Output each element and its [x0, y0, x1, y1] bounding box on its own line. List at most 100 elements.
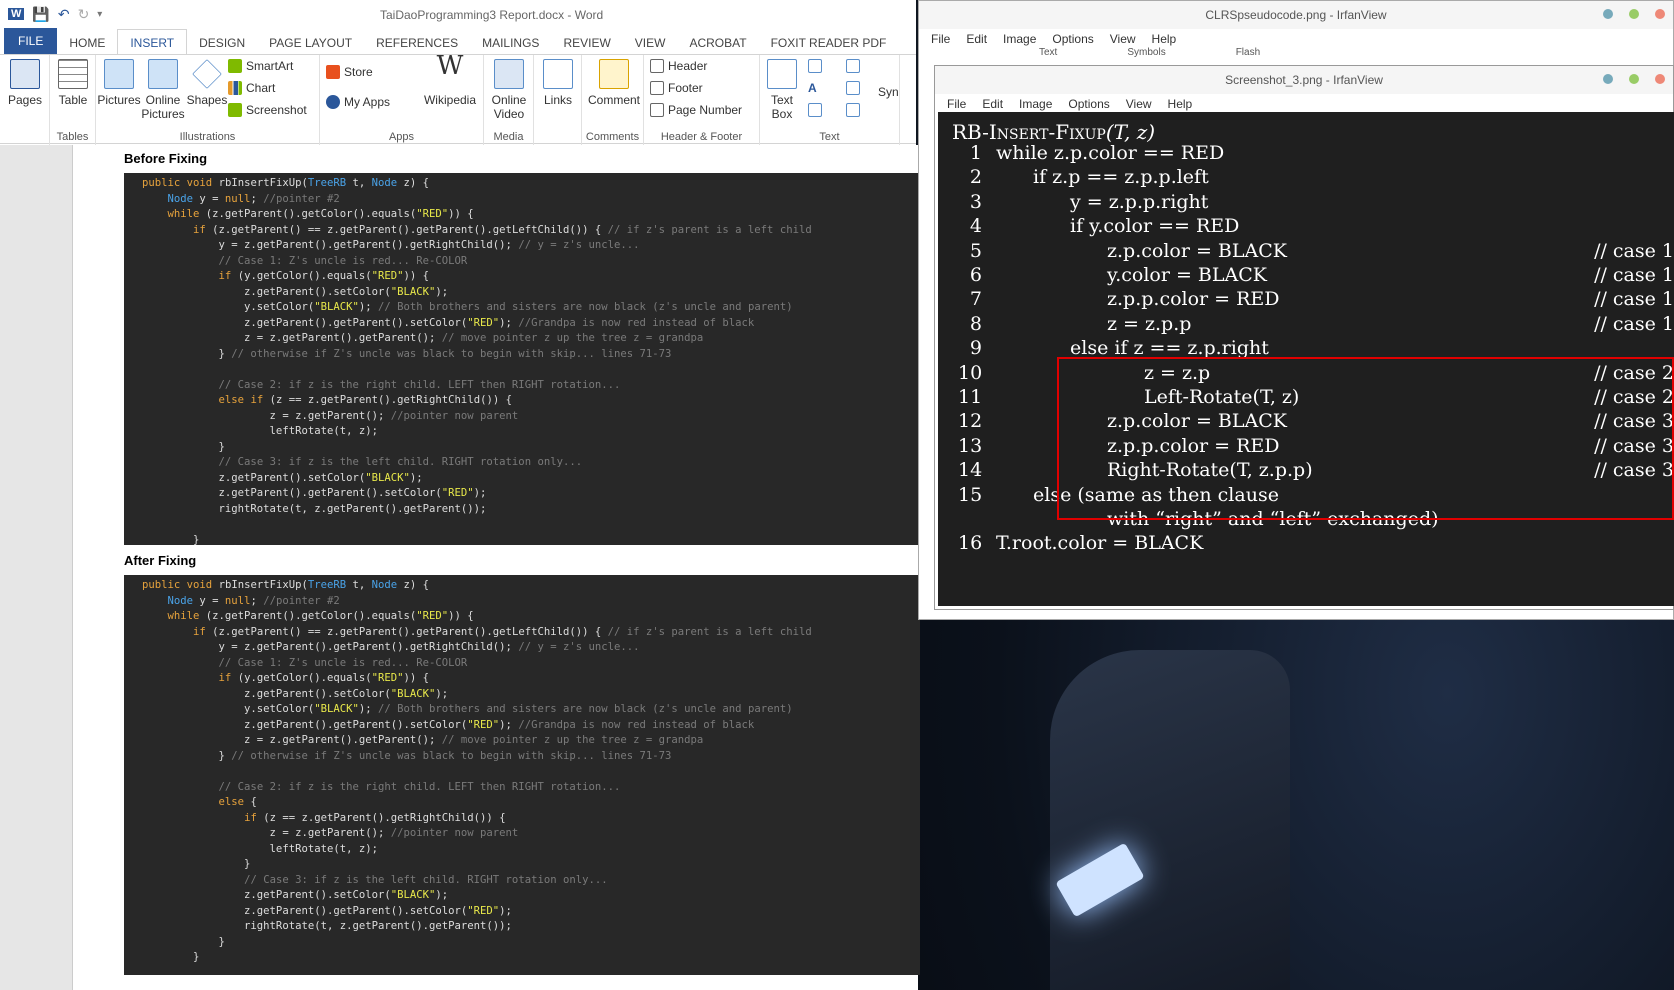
code-line: } // otherwise if Z's uncle was black to…: [142, 749, 672, 762]
menu-file[interactable]: File: [947, 97, 966, 111]
tab-view[interactable]: VIEW: [623, 30, 678, 54]
code-line: z.getParent().setColor("BLACK");: [142, 889, 449, 901]
quick-parts-button[interactable]: [808, 59, 822, 73]
links-icon: [543, 59, 573, 89]
pictures-label: Pictures: [97, 93, 141, 107]
wikipedia-button[interactable]: W Wikipedia: [420, 53, 480, 107]
menu-file[interactable]: File: [931, 32, 950, 46]
tab-foxit[interactable]: FOXIT READER PDF: [759, 30, 899, 54]
links-label: Links: [543, 93, 572, 107]
online-video-label: Online Video: [491, 93, 527, 121]
save-icon[interactable]: 💾: [32, 6, 49, 23]
group-links: Links: [534, 55, 582, 145]
code-line: else {: [218, 796, 257, 808]
pseudocode-line-text: z.p.p.color = RED: [1107, 288, 1280, 311]
store-button[interactable]: Store: [326, 65, 373, 79]
pseudocode-line-number: 8: [969, 312, 982, 335]
menu-help[interactable]: Help: [1168, 97, 1193, 111]
menu-view[interactable]: View: [1110, 32, 1136, 46]
object-button[interactable]: [846, 103, 860, 117]
code-line: leftRotate(t, z);: [142, 425, 378, 437]
tab-design[interactable]: DESIGN: [187, 30, 257, 54]
menu-options[interactable]: Options: [1052, 32, 1093, 46]
menu-edit[interactable]: Edit: [982, 97, 1003, 111]
wikipedia-label: Wikipedia: [423, 93, 477, 107]
pseudocode-line-number: 13: [958, 434, 983, 457]
back-image-peek: Text Symbols Flash: [1039, 47, 1260, 58]
chart-button[interactable]: Chart: [228, 81, 275, 95]
group-tables: Table Tables: [50, 55, 96, 145]
code-block-after[interactable]: public void rbInsertFixUp(TreeRB t, Node…: [124, 575, 920, 975]
tab-mailings[interactable]: MAILINGS: [470, 30, 551, 54]
signature-line-button[interactable]: [846, 59, 860, 73]
drop-cap-button[interactable]: [808, 103, 822, 117]
screenshot-button[interactable]: Screenshot: [228, 103, 307, 117]
code-line: if (z.getParent() == z.getParent().getPa…: [193, 223, 812, 236]
links-button[interactable]: Links: [535, 59, 581, 107]
code-line: // Case 2: if z is the right child. LEFT…: [218, 780, 621, 793]
my-apps-button[interactable]: My Apps: [326, 95, 390, 109]
text-box-button[interactable]: Text Box: [762, 59, 802, 121]
tab-insert[interactable]: INSERT: [117, 29, 188, 54]
pictures-button[interactable]: Pictures: [96, 59, 142, 107]
code-line: public void rbInsertFixUp(TreeRB t, Node…: [142, 177, 430, 189]
pages-button[interactable]: Pages: [2, 59, 48, 107]
online-pictures-button[interactable]: Online Pictures: [140, 59, 186, 121]
pseudocode-line-number: 2: [969, 166, 982, 189]
tab-review[interactable]: REVIEW: [551, 30, 622, 54]
window-controls: [1603, 9, 1665, 19]
pseudocode-line-number: 1: [969, 142, 982, 164]
menu-edit[interactable]: Edit: [966, 32, 987, 46]
table-button[interactable]: Table: [50, 59, 96, 107]
close-icon[interactable]: [1655, 74, 1665, 84]
code-line: // Case 1: Z's uncle is red... Re-COLOR: [218, 254, 468, 267]
comment-button[interactable]: Comment: [586, 59, 642, 107]
redo-icon[interactable]: ↻: [78, 6, 90, 23]
close-icon[interactable]: [1655, 9, 1665, 19]
tab-acrobat[interactable]: ACROBAT: [677, 30, 758, 54]
customize-qat-icon[interactable]: ▾: [97, 9, 102, 20]
minimize-icon[interactable]: [1603, 9, 1613, 19]
maximize-icon[interactable]: [1629, 74, 1639, 84]
date-time-button[interactable]: [846, 81, 860, 95]
pseudocode-line-number: 11: [958, 386, 983, 408]
pseudocode-line-number: 10: [958, 361, 983, 384]
tab-page-layout[interactable]: PAGE LAYOUT: [257, 30, 364, 54]
footer-button[interactable]: Footer: [650, 81, 703, 95]
ribbon: Pages Table Tables Pictures Online Pictu…: [0, 53, 916, 145]
menu-image[interactable]: Image: [1003, 32, 1036, 46]
group-text: Text Box A Syn Text: [760, 55, 900, 145]
online-video-button[interactable]: Online Video: [486, 59, 532, 121]
screenshot-icon: [228, 103, 242, 117]
menu-options[interactable]: Options: [1068, 97, 1109, 111]
menu-view[interactable]: View: [1126, 97, 1152, 111]
page-number-button[interactable]: Page Number: [650, 103, 742, 117]
header-label: Header: [668, 59, 708, 73]
wordart-button[interactable]: A: [808, 81, 822, 95]
code-line: if (y.getColor().equals("RED")) {: [218, 672, 430, 684]
smartart-label: SmartArt: [246, 59, 294, 73]
wallpaper-figure: [1050, 650, 1290, 990]
code-line: if (y.getColor().equals("RED")) {: [218, 270, 430, 282]
symbols-button[interactable]: Syn: [878, 85, 899, 99]
code-block-before[interactable]: public void rbInsertFixUp(TreeRB t, Node…: [124, 173, 920, 545]
group-label-illustrations: Illustrations: [179, 131, 236, 143]
minimize-icon[interactable]: [1603, 74, 1613, 84]
code-line: y = z.getParent().getParent().getRightCh…: [142, 641, 640, 653]
code-line: rightRotate(t, z.getParent().getParent()…: [142, 920, 512, 932]
header-button[interactable]: Header: [650, 59, 707, 73]
pseudocode-line-text: else if z == z.p.right: [1070, 337, 1269, 360]
group-apps: Store My Apps W Wikipedia Apps: [320, 53, 484, 145]
code-line: z = z.getParent().getParent(); // move p…: [142, 332, 704, 344]
shapes-button[interactable]: Shapes: [184, 59, 230, 107]
undo-icon[interactable]: ↶: [58, 6, 70, 23]
menu-image[interactable]: Image: [1019, 97, 1052, 111]
menu-help[interactable]: Help: [1152, 32, 1177, 46]
tab-home[interactable]: HOME: [57, 30, 117, 54]
tab-file[interactable]: FILE: [4, 28, 58, 54]
smartart-button[interactable]: SmartArt: [228, 59, 293, 73]
footer-icon: [650, 81, 664, 95]
maximize-icon[interactable]: [1629, 9, 1639, 19]
pseudocode-line-text: y = z.p.p.right: [1070, 190, 1209, 213]
